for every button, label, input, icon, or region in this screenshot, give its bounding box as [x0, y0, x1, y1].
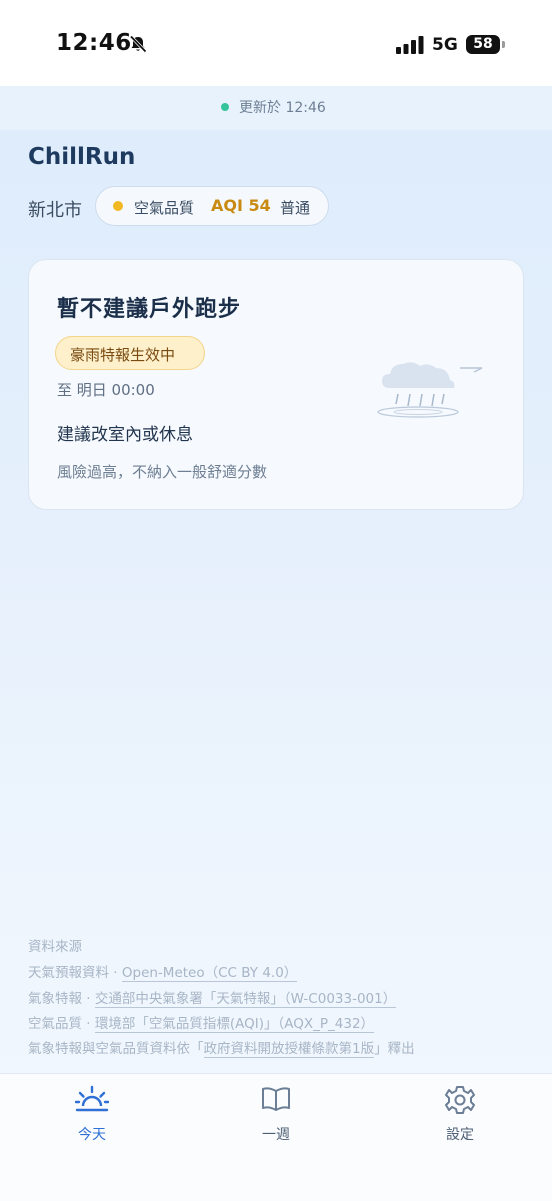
- alert-badge-text: 豪雨特報生效中: [70, 346, 176, 364]
- gear-icon: [445, 1086, 475, 1114]
- tab-settings-label: 設定: [446, 1127, 474, 1143]
- tab-week-label: 一週: [262, 1127, 290, 1143]
- score-note: 風險過高，不納入一般舒適分數: [57, 463, 268, 481]
- aqi-value: AQI 54: [211, 196, 271, 215]
- source-weather-label: 天氣預報資料 ·: [28, 965, 122, 981]
- source-license-suffix: 」釋出: [374, 1041, 415, 1057]
- source-weather: 天氣預報資料 · Open-Meteo（CC BY 4.0）: [28, 961, 298, 982]
- battery-level: 58: [473, 36, 493, 52]
- update-text: 更新於 12:46: [239, 100, 326, 116]
- source-license: 氣象特報與空氣品質資料依「政府資料開放授權條款第1版」釋出: [28, 1037, 415, 1058]
- card-title: 暫不建議戶外跑步: [57, 297, 242, 322]
- tab-today-label: 今天: [78, 1127, 106, 1143]
- sunrise-icon: [75, 1085, 109, 1112]
- app-title: ChillRun: [28, 144, 136, 170]
- source-warning-label: 氣象特報 ·: [28, 991, 95, 1007]
- source-air-label: 空氣品質 ·: [28, 1016, 95, 1032]
- city-name[interactable]: 新北市: [28, 196, 82, 222]
- sources-heading: 資料來源: [28, 939, 82, 955]
- source-license-link[interactable]: 政府資料開放授權條款第1版: [203, 1041, 375, 1058]
- source-warning-link[interactable]: 交通部中央氣象署「天氣特報」（W-C0033-001）: [94, 991, 397, 1008]
- source-weather-link[interactable]: Open-Meteo（CC BY 4.0）: [121, 965, 298, 982]
- battery-tip: [502, 41, 505, 48]
- advice-text: 建議改室內或休息: [57, 425, 193, 445]
- signal-icon: [396, 36, 424, 54]
- source-license-prefix: 氣象特報與空氣品質資料依「: [28, 1041, 204, 1057]
- bell-muted-icon: [129, 35, 147, 53]
- tab-settings[interactable]: 設定: [420, 1084, 500, 1144]
- update-status-dot: [221, 103, 229, 111]
- battery-icon: 58: [466, 35, 500, 54]
- network-type: 5G: [432, 35, 458, 55]
- alert-until: 至 明日 00:00: [57, 381, 155, 399]
- rain-cloud-icon: [377, 362, 483, 418]
- source-air-link[interactable]: 環境部「空氣品質指標(AQI)」（AQX_P_432）: [94, 1016, 375, 1033]
- source-air: 空氣品質 · 環境部「空氣品質指標(AQI)」（AQX_P_432）: [28, 1012, 375, 1033]
- tab-week[interactable]: 一週: [236, 1084, 316, 1144]
- book-icon: [262, 1087, 290, 1111]
- aqi-status: 普通: [280, 199, 311, 217]
- tab-today[interactable]: 今天: [52, 1084, 132, 1144]
- aqi-status-dot: [113, 201, 123, 211]
- source-warning: 氣象特報 · 交通部中央氣象署「天氣特報」（W-C0033-001）: [28, 987, 397, 1008]
- aqi-label: 空氣品質: [134, 199, 195, 217]
- status-time: 12:46: [56, 30, 132, 56]
